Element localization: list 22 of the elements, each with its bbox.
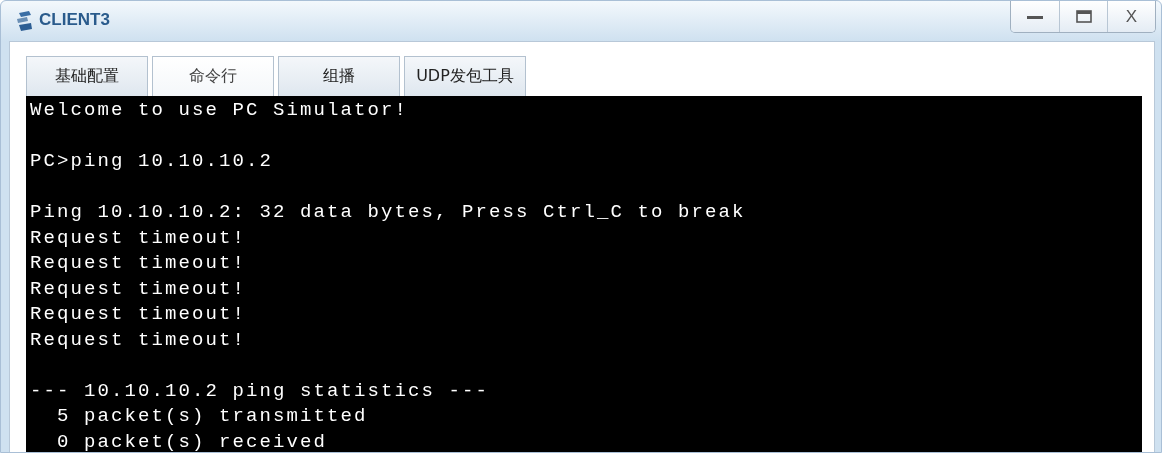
console-line: Welcome to use PC Simulator! xyxy=(30,98,410,123)
close-button[interactable]: X xyxy=(1107,1,1155,32)
console-line: 5 packet(s) transmitted xyxy=(56,404,369,429)
minimize-icon xyxy=(1027,14,1043,19)
console-line: PC>ping 10.10.10.2 xyxy=(30,149,275,174)
console-line: Request timeout! xyxy=(30,327,248,353)
console-line: Request timeout! xyxy=(30,302,248,327)
minimize-button[interactable] xyxy=(1011,1,1059,32)
app-icon xyxy=(15,10,35,32)
maximize-icon xyxy=(1075,10,1092,23)
console-line: Ping 10.10.10.2: 32 data bytes, Press Ctrl_C to break xyxy=(30,200,747,225)
console-line: Request timeout! xyxy=(30,225,248,251)
window-title: CLIENT3 xyxy=(39,10,110,30)
console-line: 0 packet(s) received xyxy=(56,429,329,452)
tab[interactable]: 基础配置 xyxy=(26,56,148,96)
console-line: Request timeout! xyxy=(30,276,248,302)
maximize-button[interactable] xyxy=(1059,1,1107,32)
console-line: --- 10.10.10.2 ping statistics --- xyxy=(30,378,491,404)
tab[interactable]: 命令行 xyxy=(152,56,274,96)
tab[interactable]: UDP发包工具 xyxy=(404,56,526,96)
console-line: Request timeout! xyxy=(30,251,248,276)
tab[interactable]: 组播 xyxy=(278,56,400,96)
